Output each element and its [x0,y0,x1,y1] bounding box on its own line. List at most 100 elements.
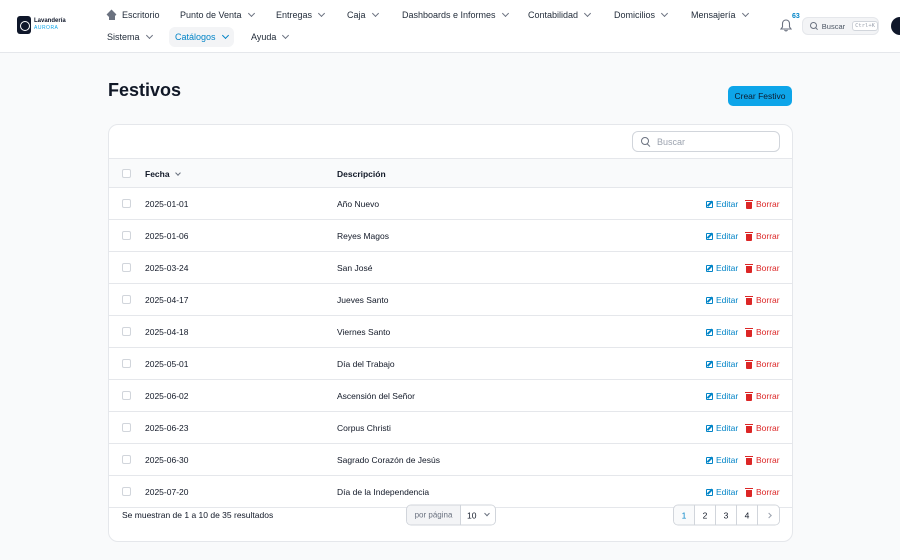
row-checkbox[interactable] [122,487,131,496]
chevron-down-icon [741,9,749,18]
edit-icon [706,296,713,304]
global-search[interactable]: Buscar Ctrl+K [802,17,879,35]
trash-icon [745,423,753,433]
row-checkbox[interactable] [122,327,131,336]
table-search[interactable] [632,131,780,152]
edit-button[interactable]: Editar [706,284,738,316]
edit-button[interactable]: Editar [706,188,738,220]
trash-icon [745,487,753,497]
delete-button[interactable]: Borrar [745,444,780,476]
nav-item-label: Caja [347,10,366,20]
edit-button[interactable]: Editar [706,316,738,348]
bell-icon[interactable] [780,19,792,32]
cell-date: 2025-04-17 [145,295,189,305]
nav-item-label: Mensajería [691,10,736,20]
cell-date: 2025-05-01 [145,359,189,369]
delete-label: Borrar [756,359,780,369]
nav-item-dashboards[interactable]: Dashboards e Informes [402,5,509,25]
per-page-label: por página [407,505,461,525]
row-checkbox[interactable] [122,359,131,368]
search-icon [810,22,818,30]
table-header: Fecha Descripción [109,158,792,189]
next-page-button[interactable] [758,505,779,525]
row-checkbox[interactable] [122,231,131,240]
edit-icon [706,360,713,368]
table-search-input[interactable] [657,136,767,147]
nav-item-contabilidad[interactable]: Contabilidad [528,5,592,25]
notifications-badge: 63 [792,13,800,20]
row-checkbox[interactable] [122,295,131,304]
page-button-4[interactable]: 4 [737,505,758,525]
nav-item-label: Ayuda [251,32,277,42]
page-title: Festivos [108,80,182,100]
edit-button[interactable]: Editar [706,444,738,476]
column-header-date[interactable]: Fecha [145,159,181,189]
select-all-checkbox[interactable] [122,169,131,178]
delete-button[interactable]: Borrar [745,348,780,380]
row-checkbox[interactable] [122,423,131,432]
nav-item-punto-de-venta[interactable]: Punto de Venta [180,5,255,25]
trash-icon [745,391,753,401]
page-button-3[interactable]: 3 [716,505,737,525]
nav-item-escritorio[interactable]: Escritorio [107,5,160,25]
cell-description: Día de la Independencia [337,487,430,497]
cell-description: San José [337,263,373,273]
delete-button[interactable]: Borrar [745,316,780,348]
edit-icon [706,264,713,272]
chevron-down-icon [660,9,669,18]
row-checkbox[interactable] [122,391,131,400]
delete-button[interactable]: Borrar [745,220,780,252]
delete-label: Borrar [756,455,780,465]
delete-label: Borrar [756,263,780,273]
edit-label: Editar [716,391,739,401]
trash-icon [745,295,753,305]
nav-item-sistema[interactable]: Sistema [107,27,153,47]
nav-item-label: Sistema [107,32,140,42]
logo-icon [17,16,31,34]
table-row: 2025-06-02 Ascensión del Señor Editar Borra… [109,380,792,412]
delete-button[interactable]: Borrar [745,380,780,412]
page-button-1[interactable]: 1 [674,505,695,525]
chevron-down-icon [584,9,592,18]
edit-button[interactable]: Editar [706,220,738,252]
edit-button[interactable]: Editar [706,348,738,380]
nav-item-label: Domicilios [614,10,656,20]
delete-button[interactable]: Borrar [745,476,780,508]
row-checkbox[interactable] [122,199,131,208]
cell-date: 2025-06-30 [145,455,189,465]
edit-label: Editar [716,295,739,305]
delete-button[interactable]: Borrar [745,412,780,444]
delete-button[interactable]: Borrar [745,188,780,220]
row-checkbox[interactable] [122,455,131,464]
chevron-right-icon [765,512,772,518]
delete-button[interactable]: Borrar [745,252,780,284]
table-row: 2025-04-18 Viernes Santo Editar Borrar [109,316,792,348]
delete-label: Borrar [756,391,780,401]
page-button-2[interactable]: 2 [695,505,716,525]
trash-icon [745,455,753,465]
nav-item-mensajeria[interactable]: Mensajería [691,5,749,25]
nav-item-entregas[interactable]: Entregas [276,5,326,25]
nav-item-domicilios[interactable]: Domicilios [614,5,669,25]
cell-description: Año Nuevo [337,199,380,209]
global-search-label: Buscar [821,21,846,31]
pagination: 1 2 3 4 [673,504,780,526]
chevron-down-icon [247,9,255,18]
table-row: 2025-06-30 Sagrado Corazón de Jesús Editar… [109,444,792,476]
nav-item-ayuda[interactable]: Ayuda [251,27,290,47]
column-header-description: Descripción [337,169,386,179]
nav-item-catalogos[interactable]: Catálogos [169,27,234,47]
edit-icon [706,488,713,496]
user-avatar[interactable] [891,17,900,35]
nav-item-caja[interactable]: Caja [347,5,379,25]
per-page-select[interactable]: 10 [461,505,495,525]
app-logo[interactable]: Lavandería AURORA [17,16,66,34]
edit-label: Editar [716,359,739,369]
delete-button[interactable]: Borrar [745,284,780,316]
edit-button[interactable]: Editar [706,380,738,412]
edit-button[interactable]: Editar [706,476,738,508]
edit-button[interactable]: Editar [706,412,738,444]
create-festivo-button[interactable]: Crear Festivo [728,86,792,106]
row-checkbox[interactable] [122,263,131,272]
edit-button[interactable]: Editar [706,252,738,284]
